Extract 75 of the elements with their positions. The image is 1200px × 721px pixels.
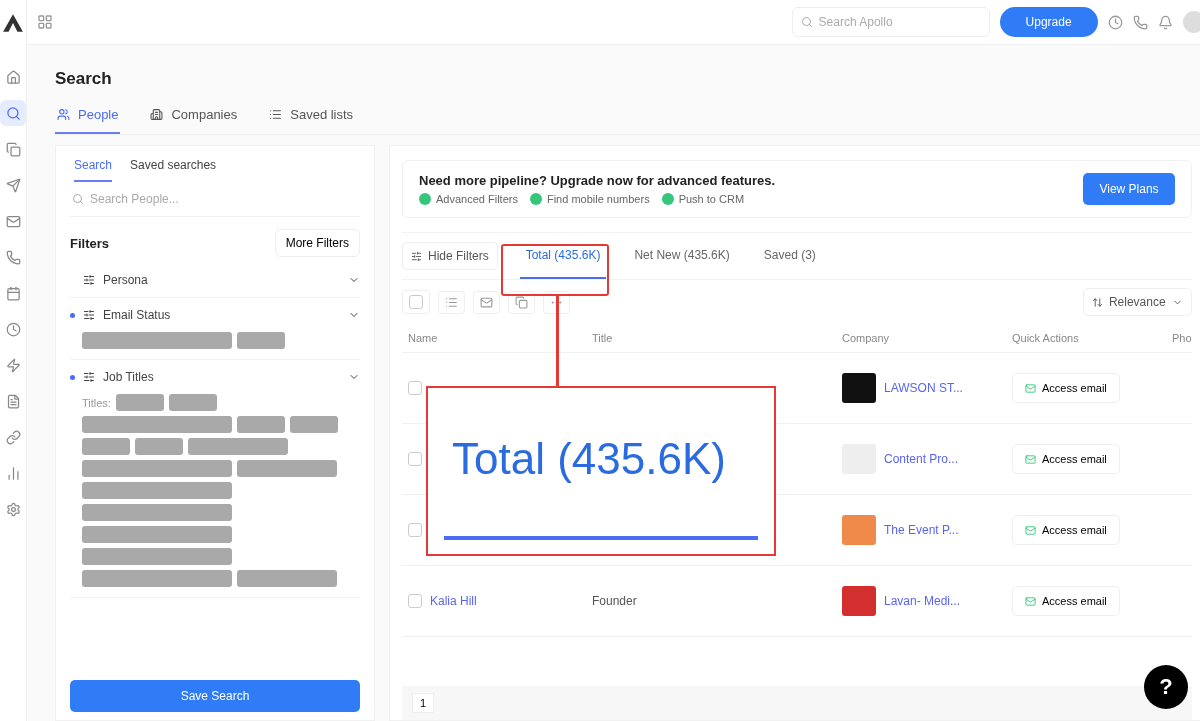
page-title: Search — [55, 69, 113, 89]
company-logo — [842, 515, 876, 545]
view-plans-button[interactable]: View Plans — [1083, 173, 1175, 205]
list-icon — [269, 108, 283, 121]
column-header[interactable]: Company — [842, 332, 1012, 344]
filters-title: Filters — [70, 235, 109, 251]
mail-icon — [1025, 524, 1036, 536]
row-checkbox[interactable] — [408, 594, 422, 608]
filter-label[interactable]: Email Status — [103, 308, 171, 322]
clock-icon[interactable] — [1107, 14, 1123, 30]
banner-title: Need more pipeline? Upgrade now for advanced features. — [419, 173, 776, 188]
logo-icon — [2, 12, 24, 34]
mail-icon[interactable] — [473, 290, 500, 314]
row-checkbox[interactable] — [408, 523, 422, 537]
filter-label[interactable]: Job Titles — [103, 370, 154, 384]
search-icon — [72, 193, 84, 205]
view-tab[interactable]: Saved (3) — [757, 233, 822, 279]
filter-chip[interactable] — [115, 394, 164, 411]
person-link[interactable]: Kalia Hill — [430, 594, 477, 608]
building-icon — [150, 108, 164, 121]
access-email-button[interactable]: Access email — [1012, 444, 1120, 474]
sliders-icon — [83, 309, 95, 321]
column-header[interactable]: Name — [402, 332, 592, 344]
nav-icon[interactable] — [0, 100, 26, 126]
company-logo — [842, 373, 876, 403]
hide-filters-button[interactable]: Hide Filters — [402, 242, 498, 270]
checkbox-icon[interactable] — [402, 290, 430, 314]
company-link[interactable]: Lavan- Medi... — [884, 594, 961, 608]
feature-label: Advanced Filters — [436, 193, 518, 205]
row-checkbox[interactable] — [408, 452, 422, 466]
titles-label: Titles: — [82, 396, 111, 409]
column-header[interactable]: Quick Actions — [1012, 332, 1172, 344]
company-link[interactable]: The Event P... — [884, 523, 959, 537]
avatar[interactable] — [1182, 11, 1200, 33]
access-email-button[interactable]: Access email — [1012, 373, 1120, 403]
feature-label: Find mobile numbers — [546, 193, 650, 205]
more-filters-button[interactable]: More Filters — [274, 229, 360, 257]
column-header[interactable]: Title — [592, 332, 842, 344]
sort-icon — [1091, 296, 1103, 308]
company-logo — [842, 586, 876, 616]
tab[interactable]: People — [55, 107, 121, 134]
access-email-button[interactable]: Access email — [1012, 586, 1120, 616]
mail-icon — [1025, 595, 1036, 607]
save-search-button[interactable]: Save Search — [70, 680, 360, 712]
upgrade-button[interactable]: Upgrade — [999, 7, 1098, 37]
company-link[interactable]: Content Pro... — [884, 452, 959, 466]
row-checkbox[interactable] — [408, 381, 422, 395]
tab[interactable]: Companies — [148, 107, 240, 134]
company-link[interactable]: LAWSON ST... — [884, 381, 963, 395]
column-header[interactable]: Pho — [1172, 332, 1192, 344]
title-cell: Founder — [592, 594, 637, 608]
copy-icon[interactable] — [508, 290, 535, 314]
search-icon — [800, 16, 813, 28]
subtab[interactable]: Search — [74, 158, 113, 182]
people-icon — [57, 108, 70, 121]
subtab[interactable]: Saved searches — [130, 158, 217, 182]
sort-button[interactable]: Relevance — [1082, 288, 1192, 316]
access-email-button[interactable]: Access email — [1012, 515, 1120, 545]
sliders-icon — [83, 274, 95, 286]
view-tab[interactable]: Net New (435.6K) — [628, 233, 736, 279]
menu-icon[interactable] — [37, 14, 53, 30]
view-tab[interactable]: Total (435.6K) — [519, 233, 607, 279]
sliders-icon — [83, 371, 95, 383]
phone-icon[interactable] — [1132, 14, 1148, 30]
mail-icon — [1025, 382, 1036, 394]
filter-label[interactable]: Persona — [103, 273, 148, 287]
tab[interactable]: Saved lists — [267, 107, 356, 134]
callout-text: Total (435.6K) — [451, 434, 727, 484]
list-icon[interactable] — [438, 290, 465, 314]
mail-icon — [1025, 453, 1036, 465]
page-button[interactable]: 1 — [412, 693, 435, 713]
sliders-icon — [411, 250, 422, 262]
filter-chip[interactable] — [168, 394, 217, 411]
feature-label: Push to CRM — [678, 193, 745, 205]
bell-icon[interactable] — [1157, 14, 1173, 30]
